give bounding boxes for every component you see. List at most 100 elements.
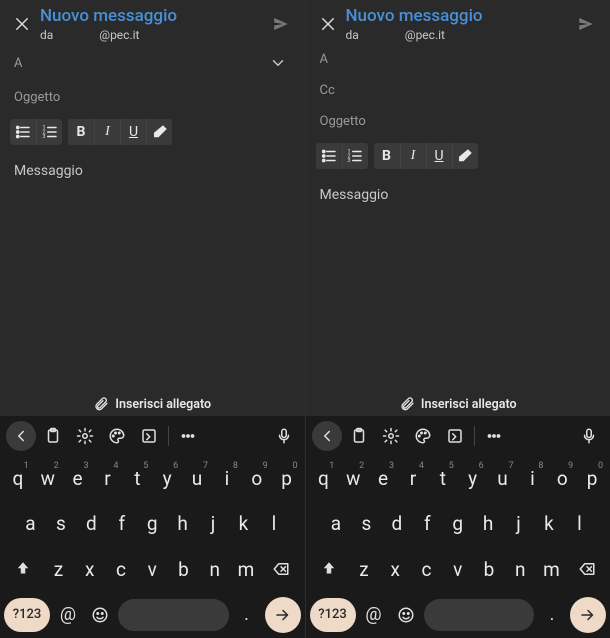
- period-key[interactable]: .: [233, 598, 261, 632]
- kbd-more-icon[interactable]: [479, 421, 509, 451]
- key-p[interactable]: p0: [578, 459, 606, 499]
- kbd-clipboard-icon[interactable]: [344, 421, 374, 451]
- key-r[interactable]: r4: [93, 459, 121, 499]
- clear-format-button[interactable]: [452, 143, 478, 169]
- enter-key[interactable]: [265, 597, 301, 633]
- key-u[interactable]: u7: [183, 459, 211, 499]
- key-g[interactable]: g: [444, 504, 472, 544]
- key-s[interactable]: s: [352, 504, 380, 544]
- key-f[interactable]: f: [108, 504, 136, 544]
- key-v[interactable]: v: [444, 549, 472, 589]
- key-w[interactable]: w2: [34, 459, 62, 499]
- space-key[interactable]: [424, 599, 535, 631]
- key-z[interactable]: z: [45, 549, 73, 589]
- from-address[interactable]: @pec.it: [405, 28, 445, 42]
- bold-button[interactable]: B: [68, 119, 94, 145]
- key-j[interactable]: j: [505, 504, 533, 544]
- underline-button[interactable]: U: [120, 119, 146, 145]
- clear-format-button[interactable]: [146, 119, 172, 145]
- cc-field[interactable]: Cc: [306, 75, 610, 106]
- number-list-button[interactable]: 123: [36, 119, 62, 145]
- kbd-mic-icon[interactable]: [269, 421, 299, 451]
- key-c[interactable]: c: [107, 549, 135, 589]
- key-s[interactable]: s: [47, 504, 75, 544]
- key-b[interactable]: b: [475, 549, 503, 589]
- send-icon[interactable]: [572, 15, 600, 33]
- subject-field[interactable]: Oggetto: [0, 82, 305, 113]
- at-key[interactable]: @: [54, 598, 82, 632]
- bullet-list-button[interactable]: [316, 143, 342, 169]
- shift-key[interactable]: [311, 560, 347, 578]
- close-icon[interactable]: [10, 12, 34, 36]
- bullet-list-button[interactable]: [10, 119, 36, 145]
- key-x[interactable]: x: [381, 549, 409, 589]
- key-z[interactable]: z: [350, 549, 378, 589]
- key-g[interactable]: g: [138, 504, 166, 544]
- key-q[interactable]: q1: [309, 459, 337, 499]
- kbd-settings-icon[interactable]: [70, 421, 100, 451]
- key-a[interactable]: a: [322, 504, 350, 544]
- key-d[interactable]: d: [383, 504, 411, 544]
- shift-key[interactable]: [5, 560, 41, 578]
- key-a[interactable]: a: [16, 504, 44, 544]
- key-o[interactable]: o9: [548, 459, 576, 499]
- key-f[interactable]: f: [413, 504, 441, 544]
- kbd-mic-icon[interactable]: [574, 421, 604, 451]
- send-icon[interactable]: [267, 15, 295, 33]
- key-h[interactable]: h: [474, 504, 502, 544]
- kbd-clipboard-icon[interactable]: [38, 421, 68, 451]
- key-x[interactable]: x: [76, 549, 104, 589]
- backspace-key[interactable]: [263, 560, 299, 578]
- symbols-key[interactable]: ?123: [310, 598, 356, 632]
- key-d[interactable]: d: [77, 504, 105, 544]
- emoji-key[interactable]: [392, 598, 420, 632]
- backspace-key[interactable]: [569, 560, 605, 578]
- key-e[interactable]: e3: [64, 459, 92, 499]
- attach-button[interactable]: Inserisci allegato: [0, 396, 305, 412]
- key-w[interactable]: w2: [339, 459, 367, 499]
- kbd-more-icon[interactable]: [173, 421, 203, 451]
- enter-key[interactable]: [570, 597, 606, 633]
- to-field[interactable]: A: [306, 44, 610, 75]
- key-u[interactable]: u7: [489, 459, 517, 499]
- key-y[interactable]: y6: [459, 459, 487, 499]
- space-key[interactable]: [118, 599, 229, 631]
- from-address[interactable]: @pec.it: [99, 28, 139, 42]
- kbd-onehand-icon[interactable]: [134, 421, 164, 451]
- close-icon[interactable]: [316, 12, 340, 36]
- key-j[interactable]: j: [199, 504, 227, 544]
- key-q[interactable]: q1: [4, 459, 32, 499]
- italic-button[interactable]: I: [94, 119, 120, 145]
- key-l[interactable]: l: [260, 504, 288, 544]
- number-list-button[interactable]: 123: [342, 143, 368, 169]
- key-c[interactable]: c: [413, 549, 441, 589]
- period-key[interactable]: .: [538, 598, 566, 632]
- at-key[interactable]: @: [360, 598, 388, 632]
- key-o[interactable]: o9: [243, 459, 271, 499]
- key-h[interactable]: h: [169, 504, 197, 544]
- key-n[interactable]: n: [506, 549, 534, 589]
- key-b[interactable]: b: [170, 549, 198, 589]
- attach-button[interactable]: Inserisci allegato: [306, 396, 610, 412]
- subject-field[interactable]: Oggetto: [306, 106, 610, 137]
- expand-recipients-icon[interactable]: [265, 52, 291, 74]
- key-k[interactable]: k: [230, 504, 258, 544]
- key-r[interactable]: r4: [399, 459, 427, 499]
- key-m[interactable]: m: [232, 549, 260, 589]
- key-i[interactable]: i8: [213, 459, 241, 499]
- symbols-key[interactable]: ?123: [4, 598, 50, 632]
- emoji-key[interactable]: [86, 598, 114, 632]
- to-field[interactable]: A: [0, 44, 305, 82]
- key-v[interactable]: v: [138, 549, 166, 589]
- kbd-back-icon[interactable]: [6, 421, 36, 451]
- key-t[interactable]: t5: [429, 459, 457, 499]
- key-t[interactable]: t5: [123, 459, 151, 499]
- key-e[interactable]: e3: [369, 459, 397, 499]
- key-y[interactable]: y6: [153, 459, 181, 499]
- key-k[interactable]: k: [535, 504, 563, 544]
- kbd-back-icon[interactable]: [312, 421, 342, 451]
- italic-button[interactable]: I: [400, 143, 426, 169]
- key-p[interactable]: p0: [273, 459, 301, 499]
- kbd-theme-icon[interactable]: [408, 421, 438, 451]
- kbd-theme-icon[interactable]: [102, 421, 132, 451]
